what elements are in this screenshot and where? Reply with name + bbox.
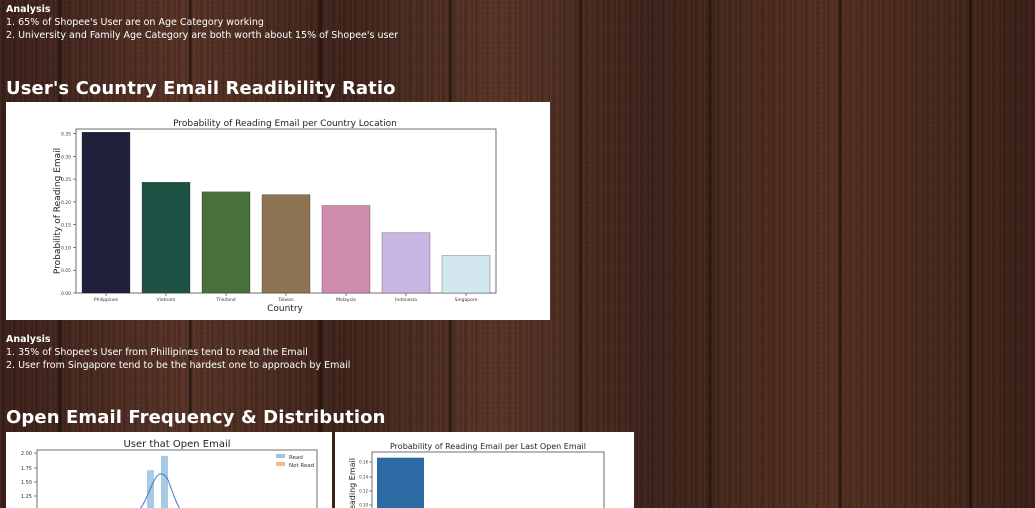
analysis-line: 1. 35% of Shopee's User from Phillipines… bbox=[6, 347, 308, 358]
y-tick-label: 1.25 bbox=[21, 494, 32, 500]
section-title-country: User's Country Email Readibility Ratio bbox=[6, 78, 396, 99]
chart-title: Probability of Reading Email per Last Op… bbox=[390, 442, 586, 451]
bar bbox=[141, 182, 191, 294]
density-curve bbox=[139, 473, 181, 508]
x-tick-label: Thailand bbox=[215, 297, 235, 303]
y-tick-label: 2.00 bbox=[21, 451, 32, 457]
legend-swatch-not-read bbox=[276, 462, 285, 466]
y-tick-label: 0.16 bbox=[359, 460, 368, 465]
y-tick-label: 0.14 bbox=[359, 475, 368, 480]
bar bbox=[261, 194, 311, 294]
legend-label-not-read: Not Read bbox=[289, 463, 314, 469]
histogram-bar bbox=[161, 455, 168, 508]
section-title-open-email: Open Email Frequency & Distribution bbox=[6, 407, 386, 428]
y-tick-label: 0.12 bbox=[359, 489, 368, 494]
y-axis-label: eading Email bbox=[348, 458, 357, 508]
plot-frame bbox=[36, 449, 318, 508]
y-tick-label: 0.35 bbox=[61, 132, 71, 138]
analysis-block-2: Analysis 1. 35% of Shopee's User from Ph… bbox=[6, 334, 350, 371]
x-axis-label: Country bbox=[267, 304, 303, 314]
analysis-line: 2. User from Singapore tend to be the ha… bbox=[6, 360, 351, 371]
x-tick-label: Philippines bbox=[94, 297, 119, 303]
analysis-line: 2. University and Family Age Category ar… bbox=[6, 30, 399, 41]
y-axis-label: Probability of Reading Email bbox=[53, 148, 63, 274]
country-bar-chart: Probability of Reading Email per Country… bbox=[53, 119, 497, 314]
x-tick-label: Singapore bbox=[455, 297, 478, 303]
y-tick-label: 1.50 bbox=[21, 480, 32, 486]
bar bbox=[441, 255, 491, 294]
legend-label-read: Read bbox=[289, 455, 303, 461]
last-open-email-chart-panel: Probability of Reading Email per Last Op… bbox=[335, 432, 634, 508]
bar bbox=[81, 132, 131, 294]
x-tick-label: Malaysia bbox=[336, 297, 356, 303]
analysis-line: 1. 65% of Shopee's User are on Age Categ… bbox=[6, 17, 264, 28]
y-tick-label: 0.10 bbox=[359, 503, 368, 508]
y-tick-label: 1.75 bbox=[21, 466, 32, 472]
bar bbox=[201, 191, 251, 294]
analysis-title: Analysis bbox=[6, 334, 51, 345]
chart-title: User that Open Email bbox=[123, 439, 230, 450]
x-tick-label: Taiwan bbox=[277, 297, 293, 303]
open-email-distribution-chart: User that Open Email 2.00 1.75 1.50 1.25 Re… bbox=[9, 439, 318, 508]
bar bbox=[321, 205, 371, 294]
x-tick-label: Vietnam bbox=[157, 297, 176, 303]
bar bbox=[377, 457, 424, 508]
x-tick-label: Indonesia bbox=[395, 297, 417, 303]
legend: Read Not Read bbox=[276, 454, 314, 469]
y-tick-label: 0.00 bbox=[61, 291, 71, 297]
country-chart-panel: Probability of Reading Email per Country… bbox=[6, 102, 550, 320]
last-open-email-bar-chart: Probability of Reading Email per Last Op… bbox=[348, 442, 605, 508]
legend-swatch-read bbox=[276, 454, 285, 458]
analysis-title: Analysis bbox=[6, 4, 51, 15]
bar bbox=[381, 232, 431, 294]
open-email-chart-panel: User that Open Email 2.00 1.75 1.50 1.25 Re… bbox=[6, 432, 332, 508]
analysis-block-1: Analysis 1. 65% of Shopee's User are on … bbox=[6, 4, 398, 41]
chart-title: Probability of Reading Email per Country… bbox=[173, 119, 397, 129]
